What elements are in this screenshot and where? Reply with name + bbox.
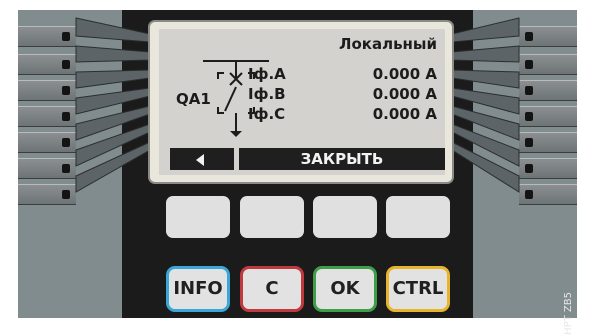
ok-button[interactable]: OK [313,266,377,312]
device-label: QA1 [176,90,211,108]
current-label: Iф.A [248,65,286,83]
left-arrow-icon [196,154,204,166]
current-value: 0.000 A [372,65,437,83]
softkey-bar: ЗАКРЫТЬ [170,148,445,170]
softkey-button-2[interactable] [240,196,304,238]
softkey-button-4[interactable] [386,196,450,238]
current-label: Iф.B [248,85,286,103]
ctrl-button[interactable]: CTRL [386,266,450,312]
control-mode-label: Локальный [339,35,437,53]
clear-button[interactable]: C [240,266,304,312]
current-value: 0.000 A [372,105,437,123]
lcd-display: Локальный QA1 Iф.A 0.000 A Iф.B 0.000 A … [159,29,445,175]
current-value: 0.000 A [372,85,437,103]
info-button[interactable]: INFO [166,266,230,312]
softkey-button-1[interactable] [166,196,230,238]
close-softkey[interactable]: ЗАКРЫТЬ [239,148,445,170]
softkey-button-3[interactable] [313,196,377,238]
back-softkey[interactable] [170,148,234,170]
current-label: Iф.C [248,105,286,123]
